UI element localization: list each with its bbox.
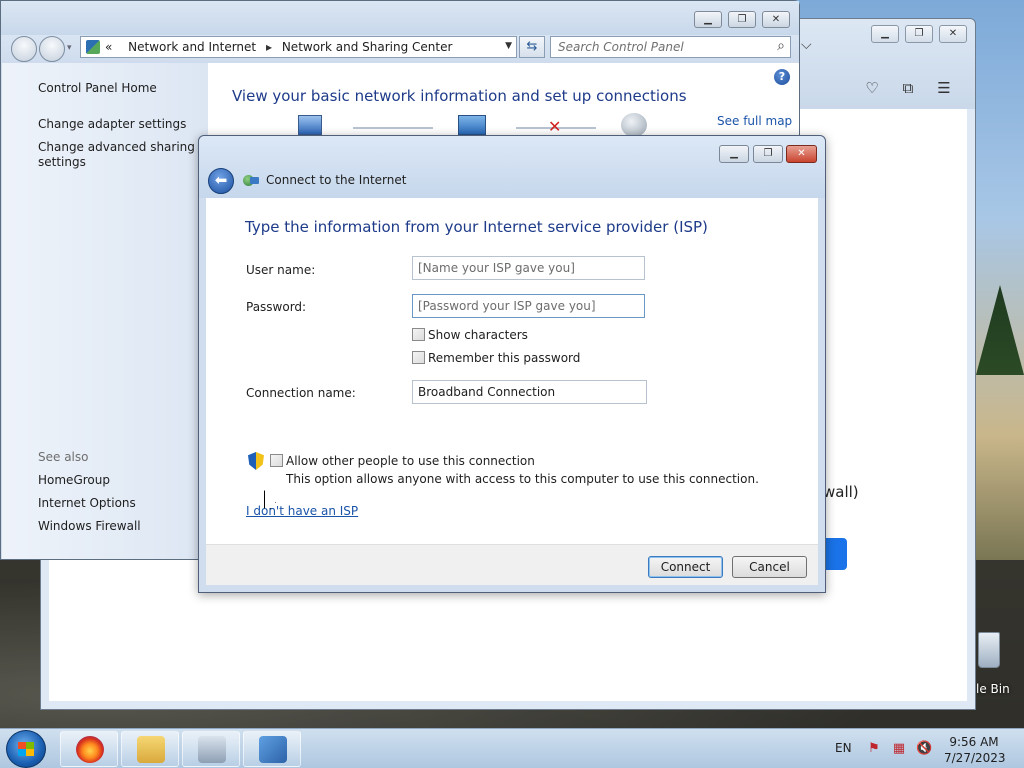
dialog-title: Connect to the Internet bbox=[266, 173, 407, 187]
address-bar[interactable]: « Network and Internet ▸ Network and Sha… bbox=[80, 36, 517, 58]
allow-others-checkbox[interactable] bbox=[270, 454, 283, 467]
search-input[interactable]: Search Control Panel ⌕ bbox=[550, 36, 791, 58]
forward-button[interactable] bbox=[39, 36, 65, 62]
firefox-icon bbox=[76, 736, 104, 763]
cp-minimize-button[interactable]: ▁ bbox=[694, 11, 722, 28]
recycle-bin-label: le Bin bbox=[976, 682, 1010, 696]
taskbar-explorer[interactable] bbox=[121, 731, 179, 767]
disconnected-icon: ✕ bbox=[548, 117, 562, 136]
allow-others-label[interactable]: Allow other people to use this connectio… bbox=[286, 454, 535, 468]
dialog-body: Type the information from your Internet … bbox=[206, 198, 818, 544]
taskbar-on-screen-keyboard[interactable] bbox=[182, 731, 240, 767]
control-panel-icon bbox=[86, 40, 100, 54]
pocket-icon[interactable]: ♡ bbox=[863, 79, 881, 97]
back-button[interactable] bbox=[11, 36, 37, 62]
action-center-icon[interactable]: ⚑ bbox=[866, 741, 882, 757]
nav-windows-firewall[interactable]: Windows Firewall bbox=[38, 519, 141, 534]
dialog-minimize-button[interactable]: ▁ bbox=[719, 145, 749, 163]
see-full-map-link[interactable]: See full map bbox=[717, 114, 792, 128]
windows-logo-icon-lower bbox=[18, 749, 34, 756]
breadcrumb-prefix[interactable]: « bbox=[105, 40, 112, 54]
page-title: View your basic network information and … bbox=[232, 87, 687, 105]
taskbar-firefox[interactable] bbox=[60, 731, 118, 767]
chevron-down-icon[interactable]: ⌵ bbox=[801, 37, 812, 53]
dialog-close-button[interactable]: ✕ bbox=[786, 145, 817, 163]
password-input[interactable]: [Password your ISP gave you] bbox=[412, 294, 645, 318]
recycle-bin-icon bbox=[978, 632, 1000, 668]
connect-button[interactable]: Connect bbox=[648, 556, 723, 578]
system-clock[interactable]: 9:56 AM 7/27/2023 bbox=[944, 734, 1006, 766]
nav-change-advanced-sharing[interactable]: Change advanced sharing bbox=[38, 140, 195, 155]
bg-minimize-button[interactable]: ▁ bbox=[871, 25, 899, 43]
folder-icon bbox=[137, 736, 165, 763]
recycle-bin-shortcut[interactable]: le Bin bbox=[970, 630, 1024, 702]
remember-password-label[interactable]: Remember this password bbox=[428, 351, 580, 365]
computer-icon bbox=[298, 115, 322, 135]
chevron-right-icon[interactable]: ▸ bbox=[260, 40, 278, 54]
user-name-label: User name: bbox=[246, 263, 316, 277]
network-icon bbox=[458, 115, 486, 135]
volume-muted-icon[interactable]: 🔇 bbox=[916, 741, 932, 757]
nav-change-advanced-sharing-line2[interactable]: settings bbox=[38, 155, 86, 170]
connection-name-label: Connection name: bbox=[246, 386, 356, 400]
connection-wizard-icon bbox=[243, 174, 259, 188]
breadcrumb: « Network and Internet ▸ Network and Sha… bbox=[105, 40, 452, 54]
nav-internet-options[interactable]: Internet Options bbox=[38, 496, 136, 511]
left-navigation-pane: Control Panel Home Change adapter settin… bbox=[2, 63, 208, 559]
bg-close-button[interactable]: ✕ bbox=[939, 25, 967, 43]
dialog-maximize-button[interactable]: ❐ bbox=[753, 145, 783, 163]
clock-time: 9:56 AM bbox=[949, 735, 999, 749]
help-icon[interactable]: ? bbox=[774, 69, 790, 85]
breadcrumb-network-and-internet[interactable]: Network and Internet bbox=[128, 40, 256, 54]
dialog-heading: Type the information from your Internet … bbox=[245, 218, 708, 236]
connect-to-internet-dialog[interactable]: ▁ ❐ ✕ ⬅ Connect to the Internet Type the… bbox=[198, 135, 826, 593]
password-label: Password: bbox=[246, 300, 307, 314]
start-button[interactable] bbox=[6, 730, 46, 768]
see-also-heading: See also bbox=[38, 450, 89, 464]
nav-homegroup[interactable]: HomeGroup bbox=[38, 473, 110, 488]
cp-close-button[interactable]: ✕ bbox=[762, 11, 790, 28]
address-dropdown-icon[interactable]: ▼ bbox=[505, 41, 512, 51]
connection-line bbox=[353, 127, 433, 129]
bg-maximize-button[interactable]: ❐ bbox=[905, 25, 933, 43]
menu-icon[interactable]: ☰ bbox=[935, 79, 953, 97]
dialog-footer: Connect Cancel bbox=[206, 544, 818, 585]
search-placeholder: Search Control Panel bbox=[558, 40, 684, 54]
network-disconnected-icon[interactable]: ▦ bbox=[891, 741, 907, 757]
nav-change-adapter-settings[interactable]: Change adapter settings bbox=[38, 117, 186, 132]
internet-globe-icon bbox=[621, 113, 647, 137]
connection-name-input[interactable]: Broadband Connection bbox=[412, 380, 647, 404]
network-map: ✕ bbox=[298, 113, 658, 137]
user-name-input[interactable]: [Name your ISP gave you] bbox=[412, 256, 645, 280]
taskbar-control-panel[interactable] bbox=[243, 731, 301, 767]
search-icon[interactable]: ⌕ bbox=[777, 38, 785, 54]
uac-shield-icon bbox=[248, 452, 264, 470]
allow-others-note: This option allows anyone with access to… bbox=[286, 472, 759, 486]
cp-maximize-button[interactable]: ❐ bbox=[728, 11, 756, 28]
control-panel-titlebar bbox=[1, 1, 799, 35]
no-isp-link[interactable]: I don't have an ISP bbox=[246, 504, 358, 518]
breadcrumb-network-sharing-center[interactable]: Network and Sharing Center bbox=[282, 40, 453, 54]
language-indicator[interactable]: EN bbox=[835, 741, 852, 755]
taskbar: EN ⚑ ▦ 🔇 9:56 AM 7/27/2023 bbox=[0, 728, 1024, 768]
extensions-icon[interactable]: ⧉ bbox=[899, 79, 917, 97]
control-panel-icon bbox=[259, 736, 287, 763]
keyboard-icon bbox=[198, 736, 226, 763]
nav-control-panel-home[interactable]: Control Panel Home bbox=[38, 81, 157, 96]
cancel-button[interactable]: Cancel bbox=[732, 556, 807, 578]
recent-pages-icon[interactable]: ▾ bbox=[67, 43, 72, 53]
show-characters-label[interactable]: Show characters bbox=[428, 328, 528, 342]
background-blue-button[interactable] bbox=[823, 538, 847, 570]
back-arrow-icon[interactable]: ⬅ bbox=[208, 168, 234, 194]
remember-password-checkbox[interactable] bbox=[412, 351, 425, 364]
clock-date: 7/27/2023 bbox=[944, 751, 1006, 765]
refresh-button[interactable]: ⇆ bbox=[519, 36, 545, 58]
background-partial-text: wall) bbox=[823, 483, 859, 501]
show-characters-checkbox[interactable] bbox=[412, 328, 425, 341]
